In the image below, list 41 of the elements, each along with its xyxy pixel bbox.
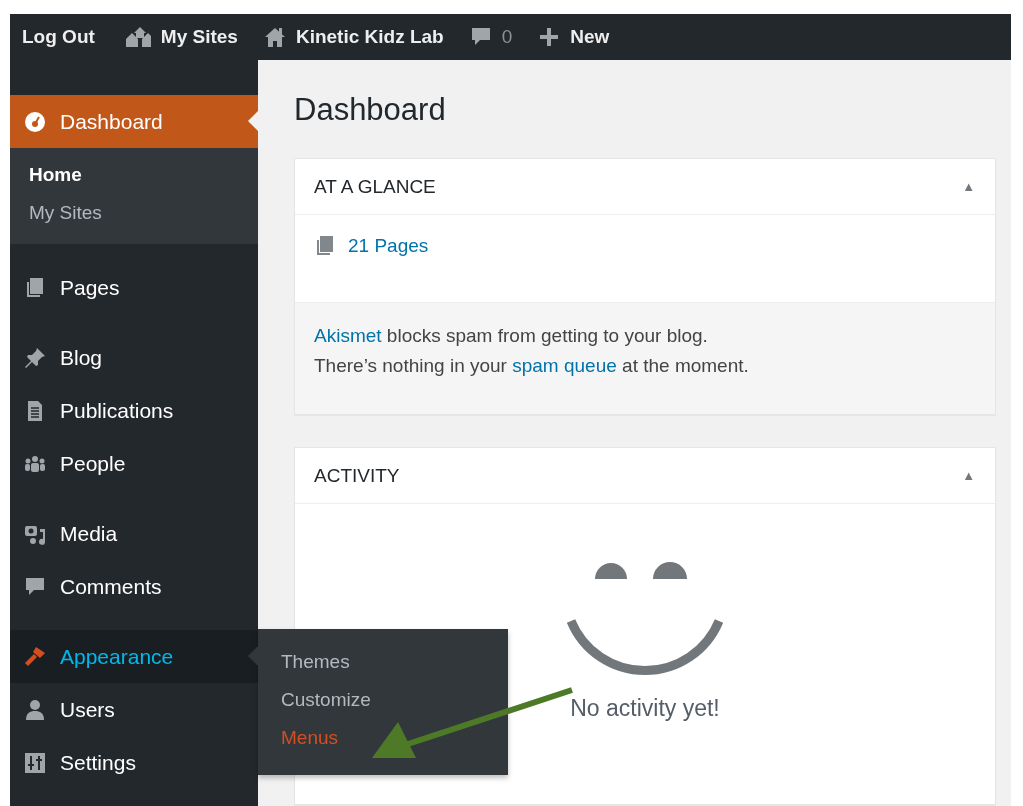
notice-text: Akismet blocks spam from getting to your blog. [314,324,709,348]
user-icon [24,698,46,721]
home-icon [263,26,286,48]
flyout-item[interactable]: Themes [258,643,508,681]
sidebar-item[interactable]: Publications [10,384,258,437]
sidebar-item[interactable]: Media [10,507,258,560]
sliders-icon [24,751,46,774]
submenu-item[interactable]: My Sites [10,194,258,232]
pushpin-icon [24,346,46,369]
paintbrush-icon [24,645,46,668]
speech-bubble-icon [469,26,492,48]
pages-icon [24,276,46,299]
pages-count-link[interactable]: 21 Pages [348,235,429,257]
sidebar-item[interactable]: Appearance [10,630,258,683]
sidebar-item[interactable]: Blog [10,331,258,384]
sidebar-item[interactable]: Dashboard [10,95,258,148]
flyout-item[interactable]: Customize [258,681,508,719]
notice-text: There’s nothing in your spam queue at the moment. [314,354,750,378]
page-title: Dashboard [294,92,447,128]
admin-bar-item[interactable]: My Sites [120,26,238,48]
card-title: AT A GLANCE [314,175,436,198]
admin-bar-item[interactable]: Log Out [22,26,95,48]
sidebar-item[interactable]: Comments [10,560,258,613]
speech-bubble-icon [24,575,46,598]
notice-link[interactable]: spam queue [512,355,617,376]
collapse-toggle[interactable]: ▲ [962,179,975,194]
plus-icon [538,26,561,48]
sidebar-item[interactable]: People [10,437,258,490]
card-title: ACTIVITY [314,464,400,487]
submenu-item[interactable]: Home [10,156,258,194]
notice-link[interactable]: Akismet [314,325,382,346]
admin-bar-item[interactable]: 0 [469,26,513,48]
sidebar-item[interactable]: Settings [10,736,258,789]
empty-message: No activity yet! [570,695,720,722]
collapse-toggle[interactable]: ▲ [962,468,975,483]
pages-icon [314,235,336,257]
admin-bar-item[interactable]: Kinetic Kidz Lab [263,26,444,48]
sidebar-item[interactable]: Pages [10,261,258,314]
gauge-icon [24,110,46,133]
admin-bar-item[interactable]: New [538,26,610,48]
sidebar-item[interactable]: Users [10,683,258,736]
